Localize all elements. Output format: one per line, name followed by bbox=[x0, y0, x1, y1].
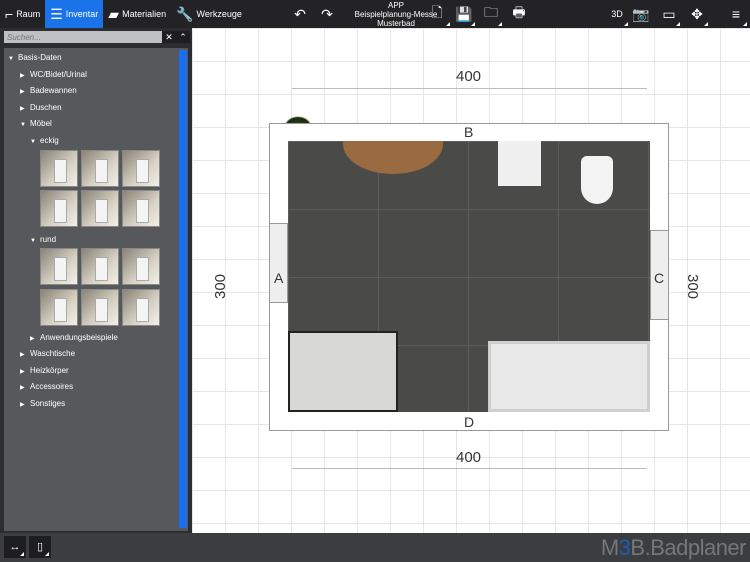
tree-item-waschtische[interactable]: ▶ Waschtische bbox=[20, 349, 75, 358]
hamburger-icon: ≡ bbox=[731, 6, 741, 22]
product-thumbnail[interactable] bbox=[122, 248, 160, 285]
product-thumbnail[interactable] bbox=[122, 190, 160, 227]
product-thumbnail[interactable] bbox=[81, 150, 119, 187]
shower[interactable] bbox=[288, 331, 398, 412]
move-button[interactable]: ✥ bbox=[684, 0, 710, 28]
toolbar: ⌐ Raum ☰ Inventar ▰ Materialien 🔧 Werkzeuge … bbox=[0, 0, 750, 28]
tab-werkzeuge[interactable]: 🔧 Werkzeuge bbox=[171, 0, 247, 28]
collapse-button[interactable]: ⌃ bbox=[176, 31, 190, 43]
product-thumbnail[interactable] bbox=[40, 150, 78, 187]
product-thumbnail[interactable] bbox=[40, 190, 78, 227]
tree-item-moebel[interactable]: ▼ Möbel bbox=[20, 119, 52, 128]
3d-button[interactable]: 3D bbox=[604, 0, 630, 28]
vanity[interactable] bbox=[343, 141, 443, 174]
product-thumbnail[interactable] bbox=[122, 289, 160, 326]
tree-item-sonstiges[interactable]: ▶ Sonstiges bbox=[20, 399, 65, 408]
bottom-dimension: 400 bbox=[456, 449, 482, 466]
open-button[interactable]: 🗀 bbox=[478, 0, 504, 28]
remote-button[interactable]: ▯ bbox=[29, 536, 51, 558]
folder-icon: 🗀 bbox=[484, 4, 498, 20]
wall-label-a: A bbox=[274, 270, 284, 286]
product-thumbnail[interactable] bbox=[40, 248, 78, 285]
display-button[interactable]: ▭ bbox=[656, 0, 682, 28]
tab-inventar[interactable]: ☰ Inventar bbox=[45, 0, 104, 28]
tree-item-heizkoerper[interactable]: ▶ Heizkörper bbox=[20, 366, 69, 375]
top-dimension: 400 bbox=[456, 68, 482, 85]
undo-button[interactable]: ↶ bbox=[287, 0, 313, 28]
product-thumbnail[interactable] bbox=[40, 289, 78, 326]
right-dimension: 300 bbox=[684, 273, 702, 300]
floor-plan-canvas[interactable]: 400 400 300 300 B A C D bbox=[192, 28, 750, 533]
room-floor[interactable] bbox=[288, 141, 650, 412]
tree-item-badewannen[interactable]: ▶ Badewannen bbox=[20, 86, 77, 95]
tree-item-accessoires[interactable]: ▶ Accessoires bbox=[20, 382, 73, 391]
wall-label-d: D bbox=[464, 414, 475, 430]
clear-search-button[interactable]: ✕ bbox=[162, 31, 176, 43]
undo-icon: ↶ bbox=[294, 5, 306, 22]
bottom-bar: ↔ ▯ M3B.Badplaner bbox=[0, 533, 750, 562]
save-icon: 💾 bbox=[455, 5, 473, 22]
print-button[interactable]: 🖶 bbox=[506, 0, 532, 28]
redo-button[interactable]: ↷ bbox=[314, 0, 340, 28]
list-icon: ☰ bbox=[50, 6, 63, 22]
app-logo: M3B.Badplaner bbox=[600, 535, 747, 560]
new-file-button[interactable]: 🗋 bbox=[424, 0, 450, 28]
camera-button[interactable]: 📷 bbox=[628, 0, 654, 28]
menu-button[interactable]: ≡ bbox=[723, 0, 749, 28]
cabinet[interactable] bbox=[498, 141, 541, 186]
camera-icon: 📷 bbox=[632, 5, 650, 22]
left-dimension: 300 bbox=[212, 273, 230, 300]
product-thumbnail[interactable] bbox=[81, 289, 119, 326]
save-button[interactable]: 💾 bbox=[451, 0, 477, 28]
wrench-icon: 🔧 bbox=[176, 6, 194, 22]
room-icon: ⌐ bbox=[5, 6, 14, 22]
redo-icon: ↷ bbox=[321, 5, 333, 22]
tree-item-wc[interactable]: ▶ WC/Bidet/Urinal bbox=[20, 70, 87, 79]
door-a[interactable] bbox=[269, 223, 288, 303]
product-thumbnail[interactable] bbox=[81, 248, 119, 285]
tree-item-duschen[interactable]: ▶ Duschen bbox=[20, 103, 62, 112]
toilet[interactable] bbox=[581, 156, 613, 204]
monitor-icon: ▭ bbox=[662, 5, 676, 22]
measure-button[interactable]: ↔ bbox=[4, 536, 26, 558]
search-input[interactable] bbox=[4, 31, 162, 43]
category-tree: ▼ Basis-Daten ▶ WC/Bidet/Urinal ▶ Badewanne… bbox=[4, 48, 188, 531]
wall-label-b: B bbox=[464, 124, 474, 140]
tab-materialien[interactable]: ▰ Materialien bbox=[103, 0, 171, 28]
tree-item-rund[interactable]: ▼ rund bbox=[30, 235, 56, 244]
remote-icon: ▯ bbox=[36, 541, 44, 553]
tree-item-basis-daten[interactable]: ▼ Basis-Daten bbox=[8, 53, 62, 62]
dimension-line bbox=[292, 88, 647, 89]
new-file-icon: 🗋 bbox=[431, 4, 443, 20]
scrollbar[interactable] bbox=[179, 50, 187, 528]
materials-icon: ▰ bbox=[108, 6, 120, 22]
tree-item-anwendungsbeispiele[interactable]: ▶ Anwendungsbeispiele bbox=[30, 333, 118, 342]
dimension-line bbox=[292, 468, 647, 469]
move-icon: ✥ bbox=[691, 5, 703, 22]
tab-raum[interactable]: ⌐ Raum bbox=[0, 0, 45, 28]
product-thumbnail[interactable] bbox=[81, 190, 119, 227]
measure-icon: ↔ bbox=[9, 541, 21, 553]
product-thumbnail[interactable] bbox=[122, 150, 160, 187]
print-icon: 🖶 bbox=[512, 4, 526, 20]
tree-item-eckig[interactable]: ▼ eckig bbox=[30, 136, 59, 145]
inventory-sidebar: ✕ ⌃ ▼Basis-Daten ▶WC/Bidet/Urinal ▶Badew… bbox=[0, 28, 192, 533]
wall-label-c: C bbox=[654, 270, 665, 286]
bathtub[interactable] bbox=[488, 341, 650, 412]
